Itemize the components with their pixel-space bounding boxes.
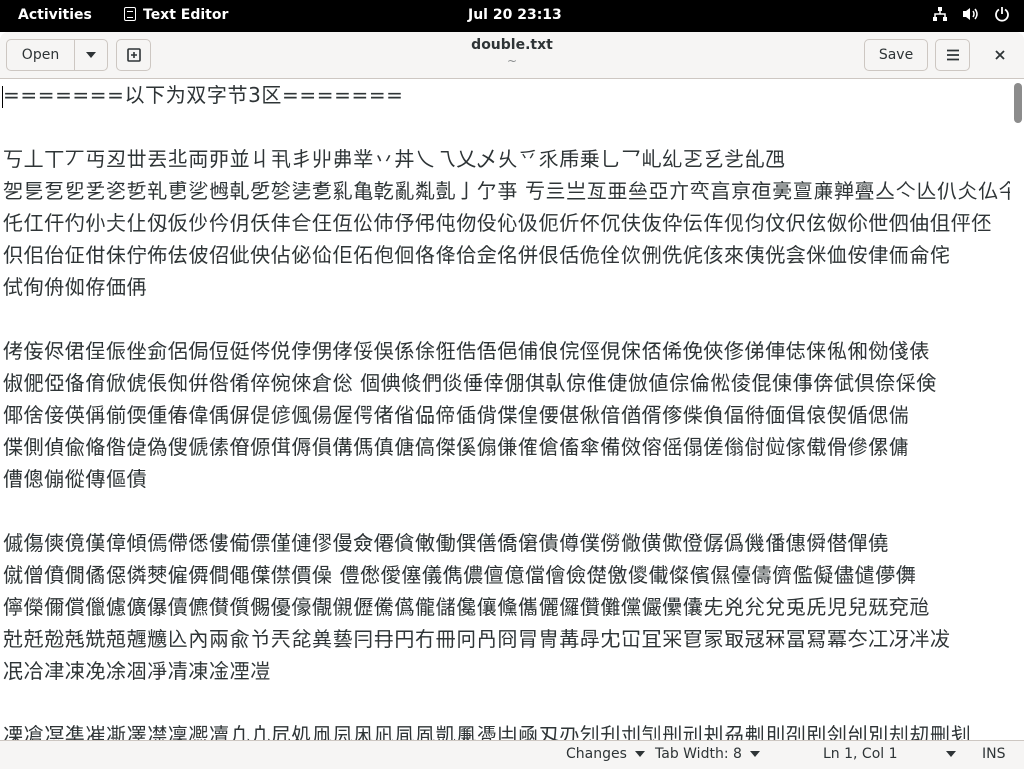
clock[interactable]: Jul 20 23:13 xyxy=(468,7,562,23)
close-window-button[interactable] xyxy=(986,43,1014,67)
network-icon xyxy=(932,6,948,26)
text-line: 傮傯傰傱傳傴債 xyxy=(3,467,148,491)
insert-mode-indicator[interactable]: INS xyxy=(982,746,1006,762)
app-menu[interactable]: Text Editor xyxy=(124,7,228,23)
top-bar: Activities Text Editor Jul 20 23:13 xyxy=(0,0,1024,32)
hamburger-icon xyxy=(946,49,959,61)
text-line: =======以下为双字节3区======= xyxy=(3,83,404,107)
activities-button[interactable]: Activities xyxy=(18,7,92,23)
text-line: 伿佀佁佂佄佅佇佈佉佊佋佌佒佔佖佡佢佦佨佪佫佭佮佱佲併佷佸佹佺佽侀侁侂侅來侇侊侌侎… xyxy=(3,243,951,267)
power-icon xyxy=(994,6,1010,26)
text-line: 倻倽倿偀偁偂偄偅偆偉偊偋偍偐偑偒偓偔偖偗偘偙偛偝偞偟偠偡偢偣偤偦偧偨偩偪偫偭偮偯… xyxy=(3,403,910,427)
tab-width-label: Tab Width: 8 xyxy=(655,746,742,762)
cursor-position-label: Ln 1, Col 1 xyxy=(823,746,898,762)
text-line: 凓凔凕凖凗凘凙凚凜凞凟凢凣凥処凧凨凩凪凬凮凱凲凴凷凾刄刅刉刋刌刏刐刓刔刕刜刞刟刡… xyxy=(3,723,972,740)
main-menu-button[interactable] xyxy=(935,39,970,71)
text-line: 僦僧僨僩僪僫僯僰僱僲僴僶僷僸價僺 僼僽僾僿儀儁儂儃億儅儈儉儊儌儍儎儏儐儑儓儔儕儖… xyxy=(3,563,917,587)
volume-icon xyxy=(962,6,980,26)
changes-dropdown[interactable]: Changes xyxy=(566,746,645,762)
chevron-down-icon xyxy=(945,751,956,757)
text-line: 侙侚侜侞侟価侢 xyxy=(3,275,148,299)
text-line: 兙兛兝兞兟兡兣兤兦內兩兪兯兲兺兾兿冃冄円冇冊冋冎冏冐冑冓冔冘冚冝冞冟冡冣冦冧冨冩… xyxy=(3,627,951,651)
text-line: 儜儝儞償儠儢儣儤儥儦儧儨儩優儫儬儭儮儯儰儱儲儳儴儵儶儷儸儹儺儻儼儽儾兂兇兊兌兎兏… xyxy=(3,595,930,619)
close-icon xyxy=(995,50,1005,60)
text-view[interactable]: =======以下为双字节3区======= 丂丄丅丆丏丒丗丟丠両丣並丩丮丯丱丳丵… xyxy=(0,79,1010,740)
header-bar: Open double.txt ~ Save xyxy=(0,32,1024,79)
cursor-position-dropdown[interactable]: Ln 1, Col 1 xyxy=(823,746,956,762)
text-line: 俶俷俹俻俼俽俿倀倁倂倃倄倅倇倈倉倊 個倎倐們倓倕倖倗倛倝倞倠倢倣値倧倫倯倰倱倲倳… xyxy=(3,371,937,395)
text-line: 仛仜仠仢仦仧仩仭仮仯仱仴仸仹仺仼仾伀伂伃伄伅伆伇伈伋伌伒伓伔伕伖伜伝伡伣伨伩伬伭… xyxy=(3,211,992,235)
text-line: 傶傷傸傹傼傽傾傿僀僁僂僃僄僅僆僇僈僉僊僋僌働僎僐僑僒僓僔僕僗僘僙僛僜僝僞僟僠僡僢… xyxy=(3,531,889,555)
app-name: Text Editor xyxy=(143,7,229,23)
text-line: 偞側偵偸偹偺偼偽傁傂傃傄傆傇傉傊傋傌傎傏傐傑傒傓傔傕傖傗傘備傚傛傜傝傞傟傠傡傢傤… xyxy=(3,435,910,459)
text-line: 丂丄丅丆丏丒丗丟丠両丣並丩丮丯丱丳丵丷丼乀乁乂乄乆乊乑乕乗乚乛乢乣乤乥乧乨乪 xyxy=(3,147,786,171)
vertical-scrollbar[interactable] xyxy=(1014,83,1022,123)
tab-width-dropdown[interactable]: Tab Width: 8 xyxy=(655,746,760,762)
status-bar: Changes Tab Width: 8 Ln 1, Col 1 INS xyxy=(0,740,1024,769)
chevron-down-icon xyxy=(749,751,760,757)
chevron-down-icon xyxy=(634,751,645,757)
text-line: 冺冾冿凁凂凃凅凈凊凍凎凐凒 xyxy=(3,659,271,683)
text-line: 侤侫侭侰侱侲侳侴侶侷侸侹侺侻侼侽侾俀俁係俆俇俈俉俋俌俍俒俓俔俕俖俙俛俠俢俤俥俧俫… xyxy=(3,339,930,363)
system-status-area[interactable] xyxy=(932,6,1010,26)
text-editor-icon xyxy=(124,7,136,21)
changes-label: Changes xyxy=(566,746,627,762)
save-button[interactable]: Save xyxy=(864,39,928,71)
text-line: 乫乬乭乮乯乲乴乵乶乷乸乹乺乻乼乽乿亀亁亂亃亄亅亇亊 亐亖亗亙亜亝亞亣亪亯亰亱亴亶… xyxy=(3,179,1010,203)
